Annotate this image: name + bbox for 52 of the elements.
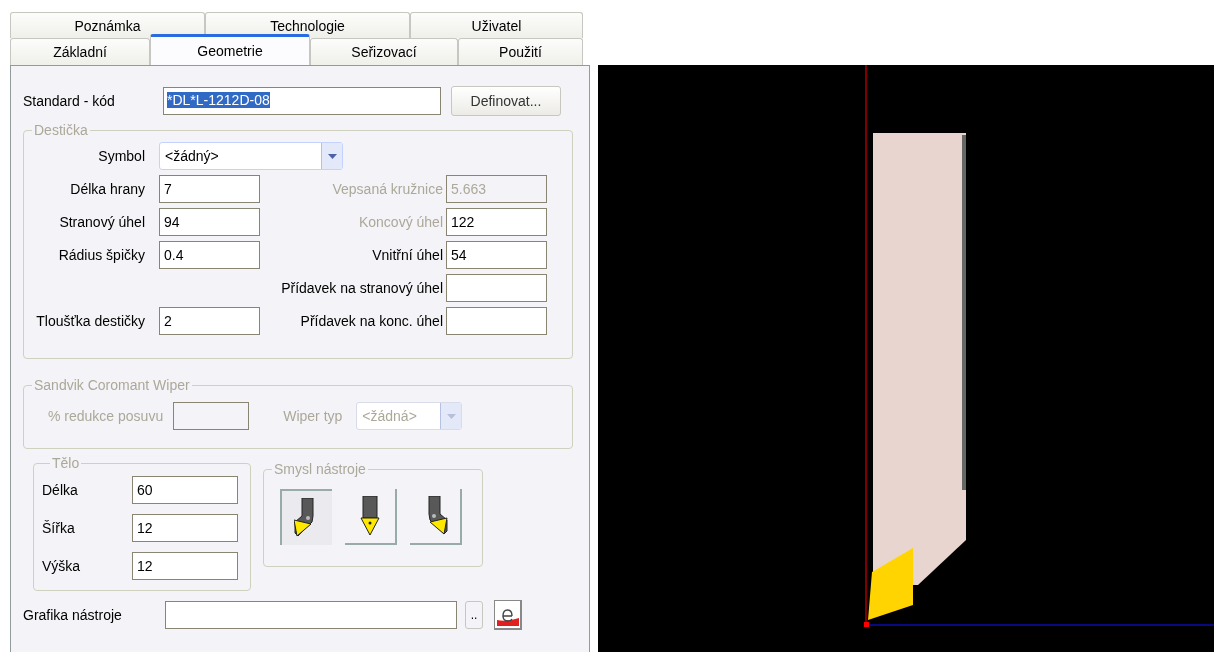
cutting-insert-drawing: [868, 548, 913, 620]
tool-direction-button[interactable]: [280, 489, 332, 545]
field-label: % redukce posuvu: [48, 408, 164, 424]
field-label: Grafika nástroje: [23, 607, 123, 623]
input-field[interactable]: 12: [132, 552, 238, 580]
edit-button[interactable]: [494, 600, 522, 630]
field-label: Délka: [42, 482, 79, 498]
input-field[interactable]: 12: [132, 514, 238, 542]
input-field[interactable]: 54: [446, 240, 547, 269]
input-field[interactable]: 7: [159, 174, 260, 203]
tab[interactable]: Poznámka: [10, 12, 205, 38]
tab[interactable]: Seřizovací: [310, 38, 458, 65]
field-label: Stranový úhel: [58, 213, 146, 230]
define-button[interactable]: Definovat...: [451, 86, 561, 116]
browse-button[interactable]: ..: [465, 601, 483, 629]
field-label: Vnitřní úhel: [371, 246, 444, 263]
input-field[interactable]: 122: [446, 207, 547, 236]
field-label: Symbol: [97, 148, 146, 164]
code-field[interactable]: *DL*L-1212D-08: [163, 87, 441, 115]
dropdown-arrow-icon: [446, 413, 456, 419]
group-title: Smysl nástroje: [273, 461, 367, 477]
tab[interactable]: Uživatel: [410, 12, 583, 38]
field-label: Přídavek na stranový úhel: [280, 279, 444, 296]
field-label: Šířka: [42, 520, 76, 536]
field-label: Standard - kód: [23, 93, 116, 109]
tool-icon: [357, 496, 383, 536]
field-label: Rádius špičky: [57, 246, 146, 263]
input-field[interactable]: [173, 402, 250, 430]
input-field[interactable]: [446, 273, 547, 302]
field-label: Koncový úhel: [357, 213, 444, 230]
field-label: Délka hrany: [69, 180, 146, 197]
group-title: Tělo: [51, 455, 81, 471]
dropdown-arrow-icon: [327, 153, 337, 159]
input-field[interactable]: 94: [159, 207, 260, 236]
group-title: Sandvik Coromant Wiper: [33, 377, 191, 393]
group-title: Destička: [33, 122, 89, 138]
field-label: Wiper typ: [283, 408, 343, 424]
field-label: Přídavek na konc. úhel: [299, 312, 444, 329]
input-field[interactable]: 60: [132, 476, 238, 504]
field-label: Vepsaná kružnice: [331, 180, 444, 197]
input-field[interactable]: [446, 306, 547, 335]
field-label: Výška: [42, 558, 82, 574]
origin-marker: [864, 622, 869, 627]
tab[interactable]: Geometrie: [150, 34, 310, 65]
tab[interactable]: Použití: [458, 38, 583, 65]
symbol-dropdown[interactable]: <žádný>: [159, 142, 343, 170]
input-field[interactable]: [165, 601, 457, 629]
field-label: Tloušťka destičky: [35, 312, 146, 329]
tab[interactable]: Technologie: [205, 12, 410, 38]
input-field[interactable]: 0.4: [159, 240, 260, 269]
tab[interactable]: Základní: [10, 38, 150, 65]
input-field[interactable]: 2: [159, 306, 260, 335]
